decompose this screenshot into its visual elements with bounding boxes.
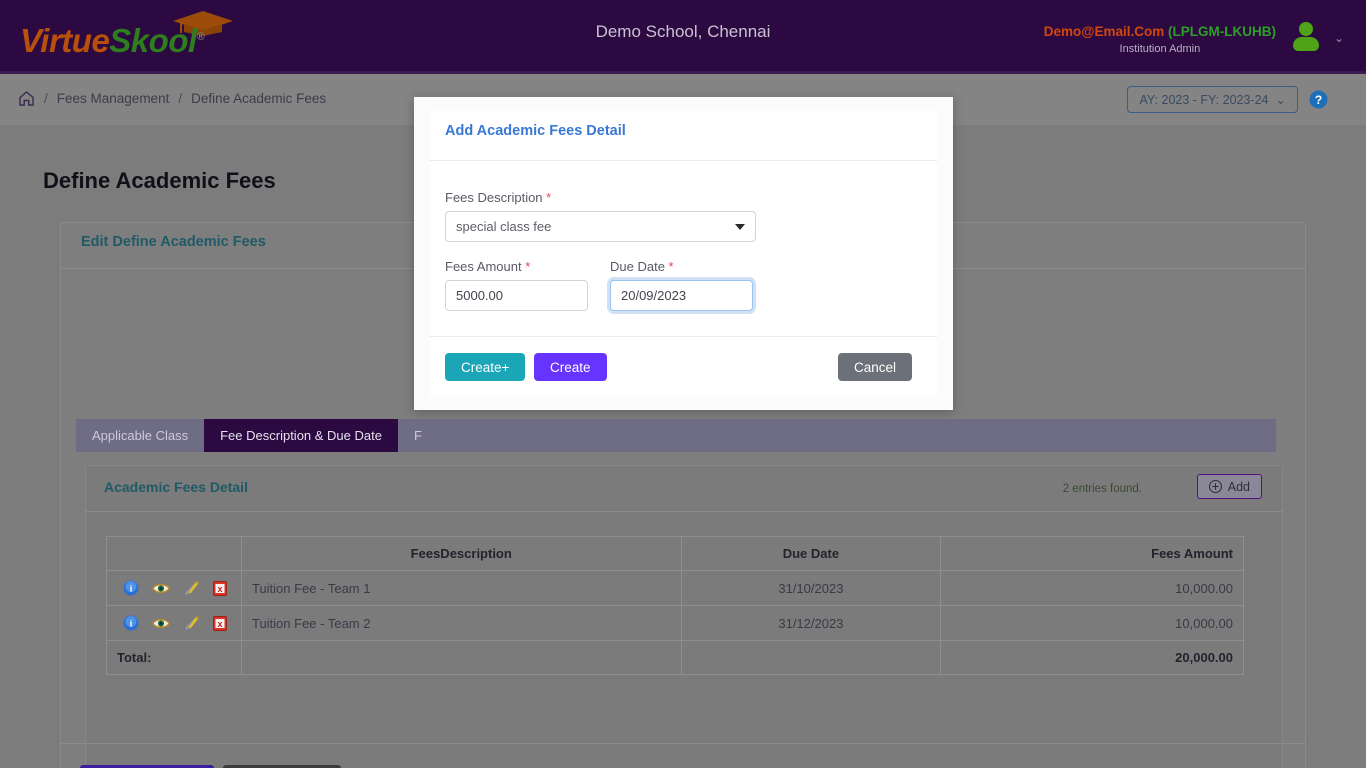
modal-divider-top <box>430 160 937 161</box>
help-question-icon[interactable]: ? <box>1309 90 1328 109</box>
add-academic-fees-modal: Add Academic Fees Detail Fees Descriptio… <box>414 97 953 410</box>
user-avatar-icon[interactable] <box>1292 22 1320 51</box>
breadcrumb-separator-2: / <box>178 91 183 106</box>
svg-text:x: x <box>217 584 222 594</box>
user-identity-line: Demo@Email.Com (LPLGM-LKUHB) <box>1044 24 1276 39</box>
pencil-icon[interactable] <box>183 580 200 596</box>
panel-title: Academic Fees Detail <box>104 479 248 495</box>
total-amount: 20,000.00 <box>940 640 1244 675</box>
chevron-down-icon: ⌄ <box>1275 93 1286 107</box>
card-title: Edit Define Academic Fees <box>81 234 266 250</box>
create-plus-button[interactable]: Create+ <box>445 353 526 381</box>
eye-icon[interactable] <box>152 582 170 595</box>
due-date-value: 20/09/2023 <box>621 288 687 303</box>
academic-year-dropdown[interactable]: AY: 2023 - FY: 2023-24 ⌄ <box>1127 86 1298 113</box>
cancel-button[interactable]: Cancel <box>837 353 912 381</box>
total-label: Total: <box>106 640 242 675</box>
modal-title: Add Academic Fees Detail <box>445 123 626 139</box>
th-due-date: Due Date <box>680 536 942 571</box>
info-icon[interactable]: i <box>123 580 139 596</box>
breadcrumb-item-fees-management[interactable]: Fees Management <box>57 91 170 106</box>
row-actions: i x <box>106 605 242 641</box>
due-date-group: Due Date * 20/09/2023 <box>610 259 753 311</box>
svg-text:?: ? <box>1315 93 1322 107</box>
breadcrumb-item-define-academic-fees[interactable]: Define Academic Fees <box>191 91 326 106</box>
panel-header: Academic Fees Detail 2 entries found. Ad… <box>86 466 1282 512</box>
fees-description-select[interactable]: special class fee <box>445 211 756 242</box>
delete-icon[interactable]: x <box>213 615 227 631</box>
modal-body: Fees Description * special class fee Fee… <box>445 190 925 311</box>
required-asterisk: * <box>525 259 531 274</box>
user-email: Demo@Email.Com <box>1043 24 1165 39</box>
row-actions: i x <box>106 570 242 606</box>
table-row: i <box>106 570 1244 606</box>
th-fees-amount: Fees Amount <box>940 536 1244 571</box>
app-root: VirtueSkool® Demo School, Chennai Demo@E… <box>0 0 1366 768</box>
user-info-block[interactable]: Demo@Email.Com (LPLGM-LKUHB) Institution… <box>1044 24 1276 55</box>
tab-bar: Applicable Class Fee Description & Due D… <box>76 419 1276 452</box>
avatar-head <box>1299 22 1313 36</box>
cell-amount: 10,000.00 <box>940 605 1244 641</box>
academic-fees-table: FeesDescription Due Date Fees Amount i x… <box>106 536 1244 675</box>
required-asterisk: * <box>546 190 552 205</box>
cell-due-date: 31/12/2023 <box>680 605 942 641</box>
user-code: (LPLGM-LKUHB) <box>1168 24 1276 39</box>
entries-found-text: 2 entries found. <box>1062 483 1142 495</box>
table-total-row: Total: 20,000.00 <box>106 640 1244 675</box>
fees-description-label: Fees Description * <box>445 190 925 205</box>
fees-amount-value: 5000.00 <box>456 288 503 303</box>
required-asterisk: * <box>668 259 674 274</box>
cell-amount: 10,000.00 <box>940 570 1244 606</box>
eye-icon[interactable] <box>152 617 170 630</box>
th-fees-description: FeesDescription <box>240 536 682 571</box>
delete-icon[interactable]: x <box>213 580 227 596</box>
info-icon[interactable]: i <box>123 615 139 631</box>
table-header-row: FeesDescription Due Date Fees Amount <box>106 536 1244 571</box>
pencil-icon[interactable] <box>183 615 200 631</box>
footer-separator <box>61 743 1305 744</box>
fees-amount-group: Fees Amount * 5000.00 <box>445 259 588 311</box>
svg-text:x: x <box>217 619 222 629</box>
due-date-input[interactable]: 20/09/2023 <box>610 280 753 311</box>
tab-applicable-class[interactable]: Applicable Class <box>76 419 204 452</box>
cell-description: Tuition Fee - Team 2 <box>240 605 682 641</box>
fees-description-value: special class fee <box>456 219 552 234</box>
avatar-body <box>1293 37 1319 51</box>
plus-circle-icon <box>1208 480 1222 493</box>
due-date-label-text: Due Date <box>610 259 665 274</box>
modal-actions: Create+ Create Cancel <box>445 353 922 381</box>
add-button-label: Add <box>1227 479 1250 494</box>
total-spacer-2 <box>680 640 942 675</box>
dropdown-caret-icon <box>735 224 745 230</box>
user-role: Institution Admin <box>1119 43 1201 55</box>
fees-amount-label: Fees Amount * <box>445 259 588 274</box>
breadcrumb-separator-1: / <box>44 91 48 106</box>
create-button[interactable]: Create <box>534 353 607 381</box>
fees-description-label-text: Fees Description <box>445 190 543 205</box>
cell-description: Tuition Fee - Team 1 <box>240 570 682 606</box>
home-icon[interactable] <box>18 90 35 107</box>
academic-year-label: AY: 2023 - FY: 2023-24 <box>1139 92 1269 107</box>
total-spacer-1 <box>240 640 682 675</box>
modal-divider-bottom <box>430 336 937 337</box>
breadcrumb: / Fees Management / Define Academic Fees <box>18 90 326 107</box>
fees-amount-input[interactable]: 5000.00 <box>445 280 588 311</box>
tab-third-hidden[interactable]: F <box>398 419 438 452</box>
due-date-label: Due Date * <box>610 259 753 274</box>
table-row: i <box>106 605 1244 641</box>
user-menu-chevron-down-icon[interactable]: ⌄ <box>1334 31 1344 45</box>
fees-amount-label-text: Fees Amount <box>445 259 522 274</box>
th-actions <box>106 536 242 571</box>
tab-fee-description-due-date[interactable]: Fee Description & Due Date <box>204 419 398 452</box>
academic-fees-detail-panel: Academic Fees Detail 2 entries found. Ad… <box>85 465 1283 768</box>
add-button[interactable]: Add <box>1196 474 1262 499</box>
page-title: Define Academic Fees <box>43 168 276 193</box>
top-header-bar: VirtueSkool® Demo School, Chennai Demo@E… <box>0 0 1366 71</box>
cell-due-date: 31/10/2023 <box>680 570 942 606</box>
amount-date-row: Fees Amount * 5000.00 Due Date * 20/09/2… <box>445 259 925 311</box>
